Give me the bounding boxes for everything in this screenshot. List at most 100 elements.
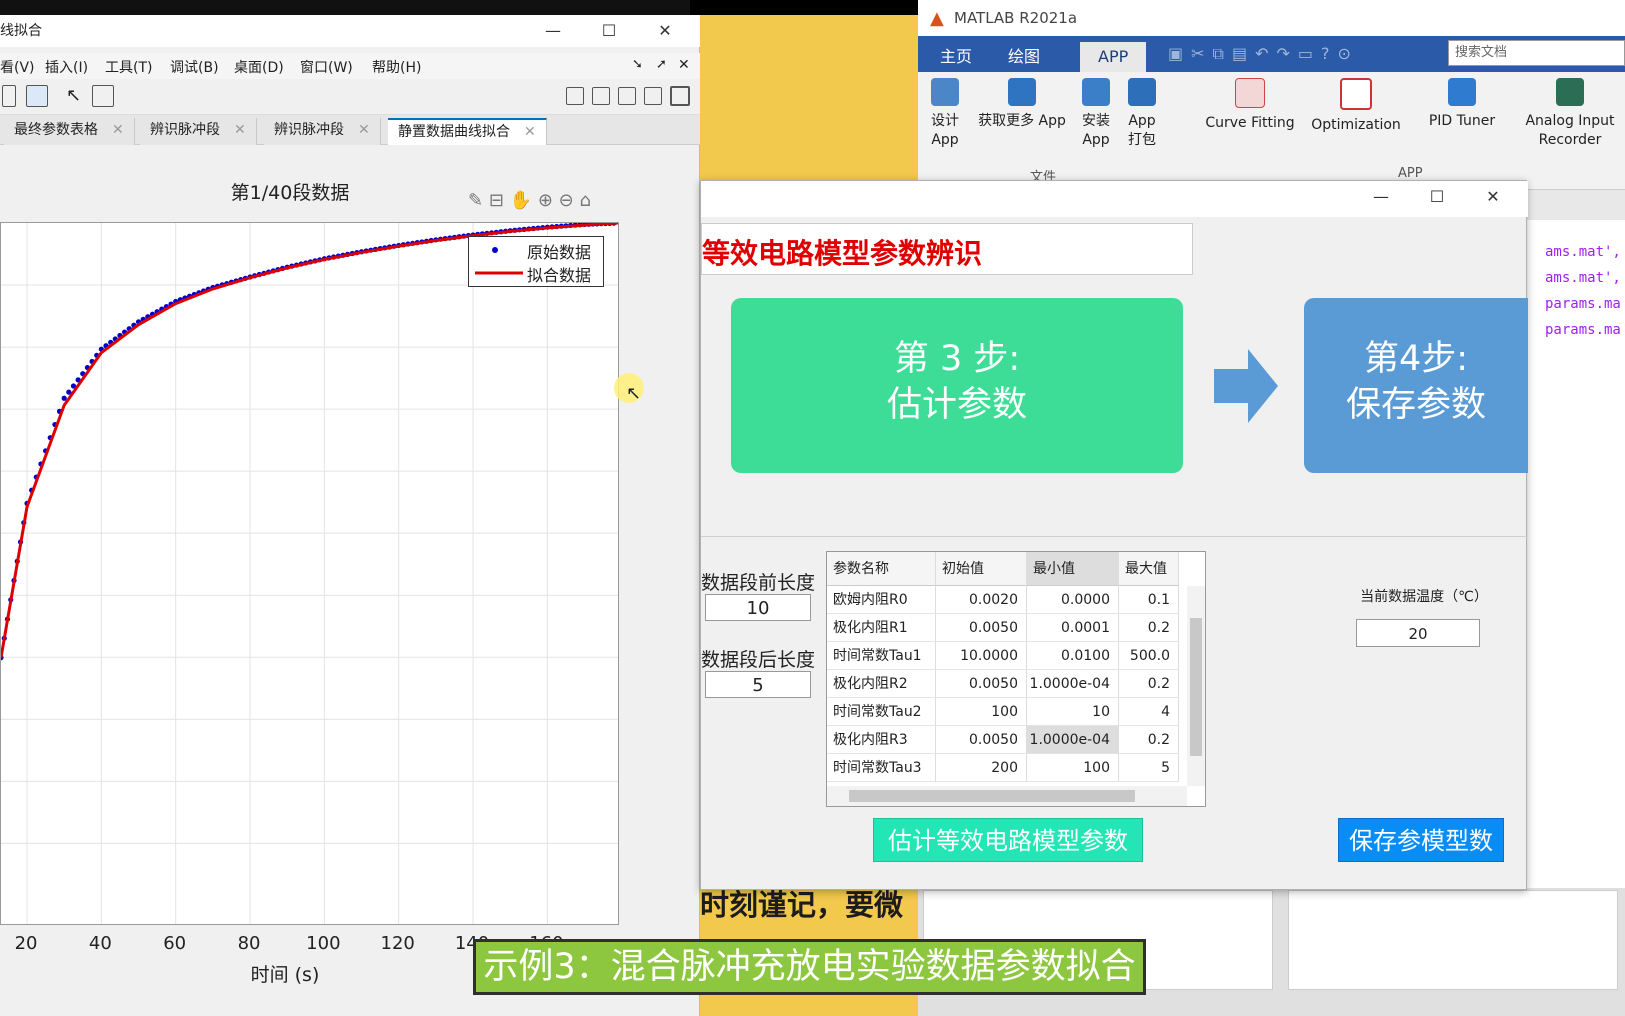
menu-insert[interactable]: 插入(I): [45, 57, 88, 77]
table-cell[interactable]: 欧姆内阻R0: [827, 586, 936, 614]
code-editor[interactable]: ams.mat', ams.mat', params.ma params.ma: [1524, 220, 1625, 1000]
close-icon[interactable]: ✕: [112, 122, 124, 138]
scroll-thumb[interactable]: [849, 790, 1135, 802]
table-cell[interactable]: 极化内阻R2: [827, 670, 936, 698]
table-cell[interactable]: 时间常数Tau2: [827, 698, 936, 726]
column-header[interactable]: 参数名称: [827, 552, 936, 586]
table-cell[interactable]: 10: [1027, 698, 1119, 726]
table-cell[interactable]: 0.2: [1119, 726, 1179, 754]
minimize-icon[interactable]: —: [530, 15, 576, 47]
table-cell[interactable]: 1.0000e-04: [1027, 670, 1119, 698]
zoom-out-icon[interactable]: ⊖: [559, 190, 574, 211]
table-cell[interactable]: 0.1: [1119, 586, 1179, 614]
menu-help[interactable]: 帮助(H): [372, 57, 421, 77]
save-params-button[interactable]: 保存参模型数: [1338, 818, 1504, 862]
table-cell[interactable]: 极化内阻R3: [827, 726, 936, 754]
design-app-label: 设计 App: [931, 113, 959, 148]
vertical-scrollbar[interactable]: [1187, 586, 1205, 786]
table-cell[interactable]: 4: [1119, 698, 1179, 726]
quick-access-icons[interactable]: ▣✂⧉▤↶↷▭?⊙: [1168, 44, 1359, 64]
tab-rest-fit[interactable]: 静置数据曲线拟合 ✕: [388, 118, 547, 145]
optimization-button[interactable]: Optimization: [1306, 78, 1406, 135]
menu-desktop[interactable]: 桌面(D): [234, 57, 284, 77]
datatip-icon[interactable]: ⊟: [489, 190, 504, 211]
table-cell[interactable]: 0.0050: [936, 670, 1027, 698]
brush-icon[interactable]: ✎: [468, 190, 483, 211]
maximize-icon[interactable]: ☐: [586, 15, 632, 47]
plot-browser-icon[interactable]: [26, 85, 48, 107]
close-icon[interactable]: ✕: [642, 15, 688, 47]
pan-icon[interactable]: ✋: [510, 190, 532, 211]
menu-view[interactable]: 看(V): [0, 57, 35, 77]
table-cell[interactable]: 5: [1119, 754, 1179, 782]
menu-window[interactable]: 窗口(W): [300, 57, 353, 77]
dock-icon[interactable]: ➚: [656, 57, 667, 72]
curve-fitting-button[interactable]: Curve Fitting: [1200, 78, 1300, 133]
panel-icon[interactable]: [92, 85, 114, 107]
table-cell[interactable]: 0.2: [1119, 614, 1179, 642]
tab-home[interactable]: 主页: [922, 42, 990, 72]
pre-length-input[interactable]: 10: [705, 594, 811, 621]
plot-axes[interactable]: [0, 222, 619, 925]
tab-apps[interactable]: APP: [1080, 42, 1147, 72]
column-header[interactable]: 最大值: [1119, 552, 1179, 586]
column-header[interactable]: 初始值: [936, 552, 1027, 586]
zoom-in-icon[interactable]: ⊕: [538, 190, 553, 211]
plot-legend[interactable]: 原始数据 拟合数据: [468, 236, 604, 287]
tab-pulse-1[interactable]: 辨识脉冲段 ✕: [140, 118, 257, 145]
table-cell[interactable]: 0.0000: [1027, 586, 1119, 614]
tile-top-bottom-icon[interactable]: [618, 87, 636, 105]
search-docs-input[interactable]: 搜索文档: [1448, 40, 1625, 66]
menu-tools[interactable]: 工具(T): [105, 57, 152, 77]
close-icon[interactable]: ✕: [358, 122, 370, 138]
post-length-input[interactable]: 5: [705, 671, 811, 698]
table-cell[interactable]: 0.0001: [1027, 614, 1119, 642]
install-app-button[interactable]: 安装 App: [1076, 78, 1116, 150]
close-icon[interactable]: ✕: [524, 124, 536, 140]
maximize-icon[interactable]: ☐: [1414, 181, 1460, 213]
table-cell[interactable]: 0.0050: [936, 726, 1027, 754]
float-icon[interactable]: [644, 87, 662, 105]
menu-debug[interactable]: 调试(B): [170, 57, 219, 77]
undock-icon[interactable]: ➘: [632, 57, 643, 72]
table-cell[interactable]: 0.0050: [936, 614, 1027, 642]
table-cell[interactable]: 0.0100: [1027, 642, 1119, 670]
tab-plots[interactable]: 绘图: [990, 42, 1058, 72]
tile-left-right-icon[interactable]: [592, 87, 610, 105]
design-app-button[interactable]: 设计 App: [922, 78, 968, 150]
temperature-input[interactable]: 20: [1356, 619, 1480, 647]
scroll-thumb[interactable]: [1190, 618, 1202, 756]
matlab-logo-icon: ▲: [930, 8, 944, 29]
property-editor-icon[interactable]: [2, 85, 16, 107]
tab-pulse-2[interactable]: 辨识脉冲段 ✕: [264, 118, 381, 145]
table-cell[interactable]: 时间常数Tau1: [827, 642, 936, 670]
analog-input-button[interactable]: Analog Input Recorder: [1518, 78, 1622, 150]
close-figure-icon[interactable]: ✕: [678, 57, 690, 73]
table-cell[interactable]: 100: [1027, 754, 1119, 782]
pid-tuner-button[interactable]: PID Tuner: [1412, 78, 1512, 131]
table-cell[interactable]: 500.0: [1119, 642, 1179, 670]
home-icon[interactable]: ⌂: [579, 190, 590, 211]
package-app-button[interactable]: App 打包: [1122, 78, 1162, 150]
close-icon[interactable]: ✕: [1470, 181, 1516, 213]
table-cell[interactable]: 0.0020: [936, 586, 1027, 614]
table-cell[interactable]: 时间常数Tau3: [827, 754, 936, 782]
estimate-params-button[interactable]: 估计等效电路模型参数: [873, 818, 1143, 862]
tab-final-params[interactable]: 最终参数表格 ✕: [4, 118, 135, 145]
minimize-icon[interactable]: —: [1358, 181, 1404, 213]
table-cell[interactable]: 0.2: [1119, 670, 1179, 698]
maximize-tile-icon[interactable]: [670, 86, 690, 106]
table-cell[interactable]: 1.0000e-04: [1027, 726, 1119, 754]
tile-grid-icon[interactable]: [566, 87, 584, 105]
pointer-icon[interactable]: ↖: [66, 85, 88, 107]
close-icon[interactable]: ✕: [234, 122, 246, 138]
horizontal-scrollbar[interactable]: [827, 786, 1187, 806]
table-cell[interactable]: 200: [936, 754, 1027, 782]
workspace-panel[interactable]: [1288, 890, 1618, 990]
get-more-apps-button[interactable]: 获取更多 App: [974, 78, 1070, 131]
parameter-table[interactable]: 参数名称 初始值 最小值 最大值 欧姆内阻R0 0.0020 0.0000 0.1 极化…: [826, 551, 1206, 807]
column-header[interactable]: 最小值: [1027, 552, 1119, 586]
table-cell[interactable]: 10.0000: [936, 642, 1027, 670]
table-cell[interactable]: 极化内阻R1: [827, 614, 936, 642]
table-cell[interactable]: 100: [936, 698, 1027, 726]
